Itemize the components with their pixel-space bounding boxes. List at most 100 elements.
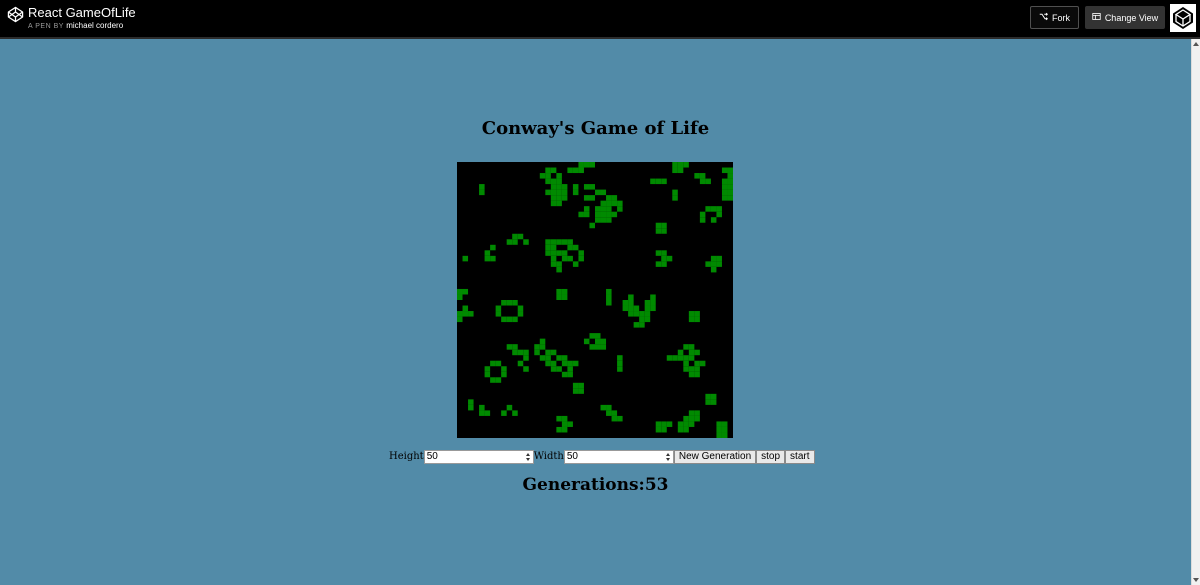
- live-cell[interactable]: [479, 189, 485, 196]
- live-cell[interactable]: [490, 377, 496, 383]
- live-cell[interactable]: [545, 167, 551, 174]
- live-cell[interactable]: [628, 311, 634, 317]
- live-cell[interactable]: [644, 300, 651, 306]
- live-cell[interactable]: [694, 415, 700, 422]
- live-cell[interactable]: [545, 244, 551, 251]
- live-cell[interactable]: [655, 261, 662, 267]
- live-cell[interactable]: [705, 399, 711, 405]
- live-cell[interactable]: [495, 377, 502, 383]
- live-cell[interactable]: [699, 211, 706, 218]
- live-cell[interactable]: [655, 228, 662, 234]
- live-cell[interactable]: [578, 388, 584, 394]
- live-cell[interactable]: [688, 311, 695, 317]
- live-cell[interactable]: [468, 311, 474, 317]
- start-button[interactable]: start: [785, 449, 815, 464]
- live-cell[interactable]: [556, 355, 562, 361]
- live-cell[interactable]: [694, 311, 700, 317]
- live-cell[interactable]: [633, 322, 640, 328]
- live-cell[interactable]: [694, 316, 700, 323]
- live-cell[interactable]: [705, 393, 711, 400]
- live-cell[interactable]: [589, 184, 595, 190]
- live-cell[interactable]: [666, 355, 673, 361]
- live-cell[interactable]: [556, 173, 562, 179]
- live-cell[interactable]: [650, 294, 656, 300]
- live-cell[interactable]: [545, 173, 551, 179]
- live-cell[interactable]: [716, 211, 722, 218]
- live-cell[interactable]: [677, 426, 684, 433]
- live-cell[interactable]: [688, 410, 695, 416]
- live-cell[interactable]: [589, 162, 595, 168]
- live-cell[interactable]: [572, 184, 579, 190]
- width-input[interactable]: 50: [563, 449, 674, 464]
- live-cell[interactable]: [606, 200, 612, 207]
- live-cell[interactable]: [561, 184, 568, 190]
- live-cell[interactable]: [501, 410, 507, 416]
- live-cell[interactable]: [534, 344, 540, 350]
- live-cell[interactable]: [512, 239, 518, 245]
- live-cell[interactable]: [688, 421, 695, 427]
- live-cell[interactable]: [705, 261, 711, 267]
- live-cell[interactable]: [572, 261, 579, 267]
- live-cell[interactable]: [661, 426, 667, 433]
- live-cell[interactable]: [710, 399, 717, 405]
- board-grid[interactable]: [457, 162, 733, 438]
- live-cell[interactable]: [545, 189, 551, 196]
- live-cell[interactable]: [550, 261, 557, 267]
- live-cell[interactable]: [716, 421, 722, 427]
- live-cell[interactable]: [572, 167, 579, 174]
- live-cell[interactable]: [716, 255, 722, 262]
- live-cell[interactable]: [457, 316, 463, 323]
- live-cell[interactable]: [661, 228, 667, 234]
- live-cell[interactable]: [561, 250, 568, 256]
- live-cell[interactable]: [556, 184, 562, 190]
- live-cell[interactable]: [556, 415, 562, 422]
- live-cell[interactable]: [561, 195, 568, 201]
- live-cell[interactable]: [628, 300, 634, 306]
- live-cell[interactable]: [683, 426, 689, 433]
- live-cell[interactable]: [699, 360, 706, 367]
- live-cell[interactable]: [550, 239, 557, 245]
- live-cell[interactable]: [655, 250, 662, 256]
- live-cell[interactable]: [655, 421, 662, 427]
- game-board[interactable]: [457, 162, 733, 438]
- live-cell[interactable]: [556, 195, 562, 201]
- live-cell[interactable]: [595, 189, 601, 196]
- live-cell[interactable]: [727, 195, 733, 201]
- live-cell[interactable]: [628, 305, 634, 312]
- live-cell[interactable]: [721, 184, 728, 190]
- live-cell[interactable]: [550, 349, 557, 356]
- live-cell[interactable]: [583, 211, 590, 218]
- live-cell[interactable]: [583, 206, 590, 212]
- live-cell[interactable]: [512, 349, 518, 356]
- live-cell[interactable]: [727, 184, 733, 190]
- live-cell[interactable]: [666, 421, 673, 427]
- live-cell[interactable]: [600, 338, 607, 345]
- live-cell[interactable]: [710, 393, 717, 400]
- live-cell[interactable]: [539, 338, 546, 345]
- live-cell[interactable]: [633, 305, 640, 312]
- scroll-up-arrow-icon[interactable]: [1193, 42, 1199, 46]
- live-cell[interactable]: [572, 244, 579, 251]
- live-cell[interactable]: [628, 294, 634, 300]
- live-cell[interactable]: [683, 355, 689, 361]
- live-cell[interactable]: [617, 366, 623, 372]
- live-cell[interactable]: [611, 195, 618, 201]
- height-spinner-icon[interactable]: [525, 452, 531, 461]
- live-cell[interactable]: [484, 255, 491, 262]
- live-cell[interactable]: [600, 206, 607, 212]
- live-cell[interactable]: [550, 366, 557, 372]
- live-cell[interactable]: [523, 355, 529, 361]
- live-cell[interactable]: [716, 261, 722, 267]
- live-cell[interactable]: [661, 421, 667, 427]
- live-cell[interactable]: [556, 189, 562, 196]
- live-cell[interactable]: [611, 410, 618, 416]
- live-cell[interactable]: [595, 206, 601, 212]
- live-cell[interactable]: [495, 360, 502, 367]
- live-cell[interactable]: [655, 426, 662, 433]
- live-cell[interactable]: [611, 200, 618, 207]
- live-cell[interactable]: [556, 426, 562, 433]
- live-cell[interactable]: [633, 311, 640, 317]
- live-cell[interactable]: [578, 250, 584, 256]
- live-cell[interactable]: [539, 173, 546, 179]
- live-cell[interactable]: [644, 316, 651, 323]
